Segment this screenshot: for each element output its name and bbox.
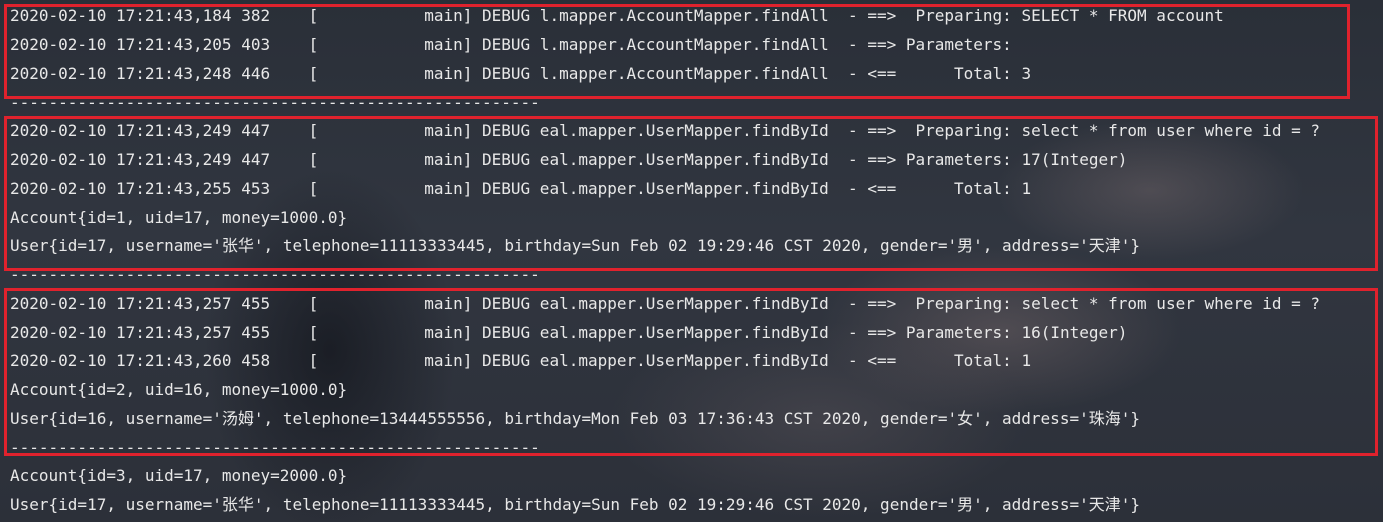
log-line: 2020-02-10 17:21:43,255 453 [ main] DEBU… <box>10 179 1032 198</box>
log-line: 2020-02-10 17:21:43,260 458 [ main] DEBU… <box>10 351 1032 370</box>
user-output-line: User{id=17, username='张华', telephone=111… <box>10 236 1140 255</box>
log-line: 2020-02-10 17:21:43,248 446 [ main] DEBU… <box>10 64 1032 83</box>
log-line: 2020-02-10 17:21:43,184 382 [ main] DEBU… <box>10 6 1224 25</box>
log-line: 2020-02-10 17:21:43,205 403 [ main] DEBU… <box>10 35 1022 54</box>
account-output-line: Account{id=1, uid=17, money=1000.0} <box>10 208 348 227</box>
log-line: 2020-02-10 17:21:43,257 455 [ main] DEBU… <box>10 323 1128 342</box>
separator-line: ----------------------------------------… <box>10 93 540 112</box>
user-output-line: User{id=17, username='张华', telephone=111… <box>10 495 1140 514</box>
user-output-line: User{id=16, username='汤姆', telephone=134… <box>10 409 1140 428</box>
account-output-line: Account{id=2, uid=16, money=1000.0} <box>10 380 348 399</box>
log-line: 2020-02-10 17:21:43,249 447 [ main] DEBU… <box>10 121 1321 140</box>
log-line: 2020-02-10 17:21:43,257 455 [ main] DEBU… <box>10 294 1321 313</box>
account-output-line: Account{id=3, uid=17, money=2000.0} <box>10 466 348 485</box>
console-output[interactable]: 2020-02-10 17:21:43,184 382 [ main] DEBU… <box>0 0 1383 522</box>
log-line: 2020-02-10 17:21:43,249 447 [ main] DEBU… <box>10 150 1128 169</box>
separator-line: ----------------------------------------… <box>10 265 540 284</box>
separator-line: ----------------------------------------… <box>10 438 540 457</box>
